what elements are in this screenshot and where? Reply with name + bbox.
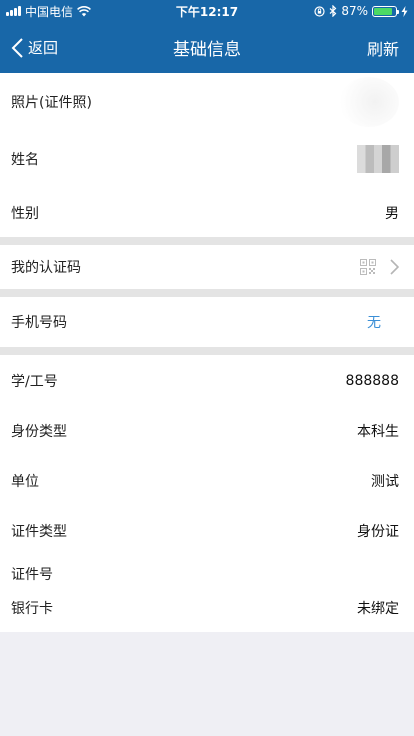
phone-value-link[interactable]: 无	[367, 312, 381, 332]
status-right: 87%	[314, 4, 408, 18]
section-divider	[0, 289, 414, 297]
cert-type-label: 证件类型	[11, 524, 67, 540]
phone-label: 手机号码	[11, 315, 67, 331]
gender-label: 性别	[11, 205, 39, 222]
charging-icon	[401, 5, 408, 17]
unit-row: 单位 测试	[0, 456, 414, 506]
auth-code-accessory	[360, 259, 399, 275]
nav-bar: 返回 基础信息 刷新	[0, 22, 414, 73]
auth-code-label: 我的认证码	[11, 260, 81, 276]
id-type-value: 本科生	[357, 424, 399, 440]
back-chevron-icon	[11, 37, 23, 58]
wifi-icon	[77, 5, 91, 16]
section-divider	[0, 347, 414, 355]
carrier-label: 中国电信	[25, 4, 74, 19]
id-type-label: 身份类型	[11, 424, 67, 440]
cert-no-label: 证件号	[11, 567, 53, 583]
gender-row: 性别 男	[0, 188, 414, 237]
battery-percent: 87%	[341, 4, 368, 18]
auth-code-section: 我的认证码	[0, 245, 414, 289]
photo-row[interactable]: 照片(证件照)	[0, 73, 414, 130]
bluetooth-icon	[329, 5, 337, 17]
identity-section: 学/工号 888888 身份类型 本科生 单位 测试 证件类型 身份证 证件号 …	[0, 355, 414, 632]
id-type-row: 身份类型 本科生	[0, 406, 414, 456]
section-divider	[0, 237, 414, 245]
cert-no-row: 证件号	[0, 556, 414, 584]
bank-card-row[interactable]: 银行卡 未绑定	[0, 584, 414, 632]
cert-type-value: 身份证	[357, 524, 399, 540]
photo-thumbnail	[339, 76, 399, 127]
back-label: 返回	[28, 39, 59, 57]
page-title: 基础信息	[173, 40, 241, 60]
refresh-button[interactable]: 刷新	[367, 36, 414, 60]
chevron-right-icon	[390, 259, 399, 275]
phone-section: 手机号码 无	[0, 297, 414, 347]
bank-card-value: 未绑定	[357, 601, 399, 617]
cert-type-row: 证件类型 身份证	[0, 506, 414, 556]
unit-label: 单位	[11, 474, 39, 490]
auth-code-row[interactable]: 我的认证码	[0, 245, 414, 289]
gender-value: 男	[385, 205, 399, 222]
signal-icon	[6, 6, 21, 16]
qr-code-icon	[360, 259, 376, 275]
name-label: 姓名	[11, 152, 39, 168]
photo-label: 照片(证件照)	[11, 94, 92, 111]
battery-level-fill	[374, 7, 393, 15]
back-button[interactable]: 返回	[0, 37, 58, 59]
name-row: 姓名	[0, 130, 414, 188]
basic-info-section: 照片(证件照) 姓名 性别 男	[0, 73, 414, 237]
status-bar: 中国电信 下午12:17 87%	[0, 0, 414, 22]
student-id-row: 学/工号 888888	[0, 355, 414, 406]
phone-row[interactable]: 手机号码 无	[0, 297, 414, 347]
student-id-value: 888888	[345, 372, 399, 389]
student-id-label: 学/工号	[11, 373, 58, 390]
bank-card-label: 银行卡	[11, 601, 53, 617]
battery-icon	[372, 5, 399, 17]
name-blurred-value	[357, 145, 399, 173]
lock-rotation-icon	[314, 5, 325, 17]
status-left: 中国电信	[6, 3, 91, 20]
unit-value: 测试	[371, 474, 399, 490]
